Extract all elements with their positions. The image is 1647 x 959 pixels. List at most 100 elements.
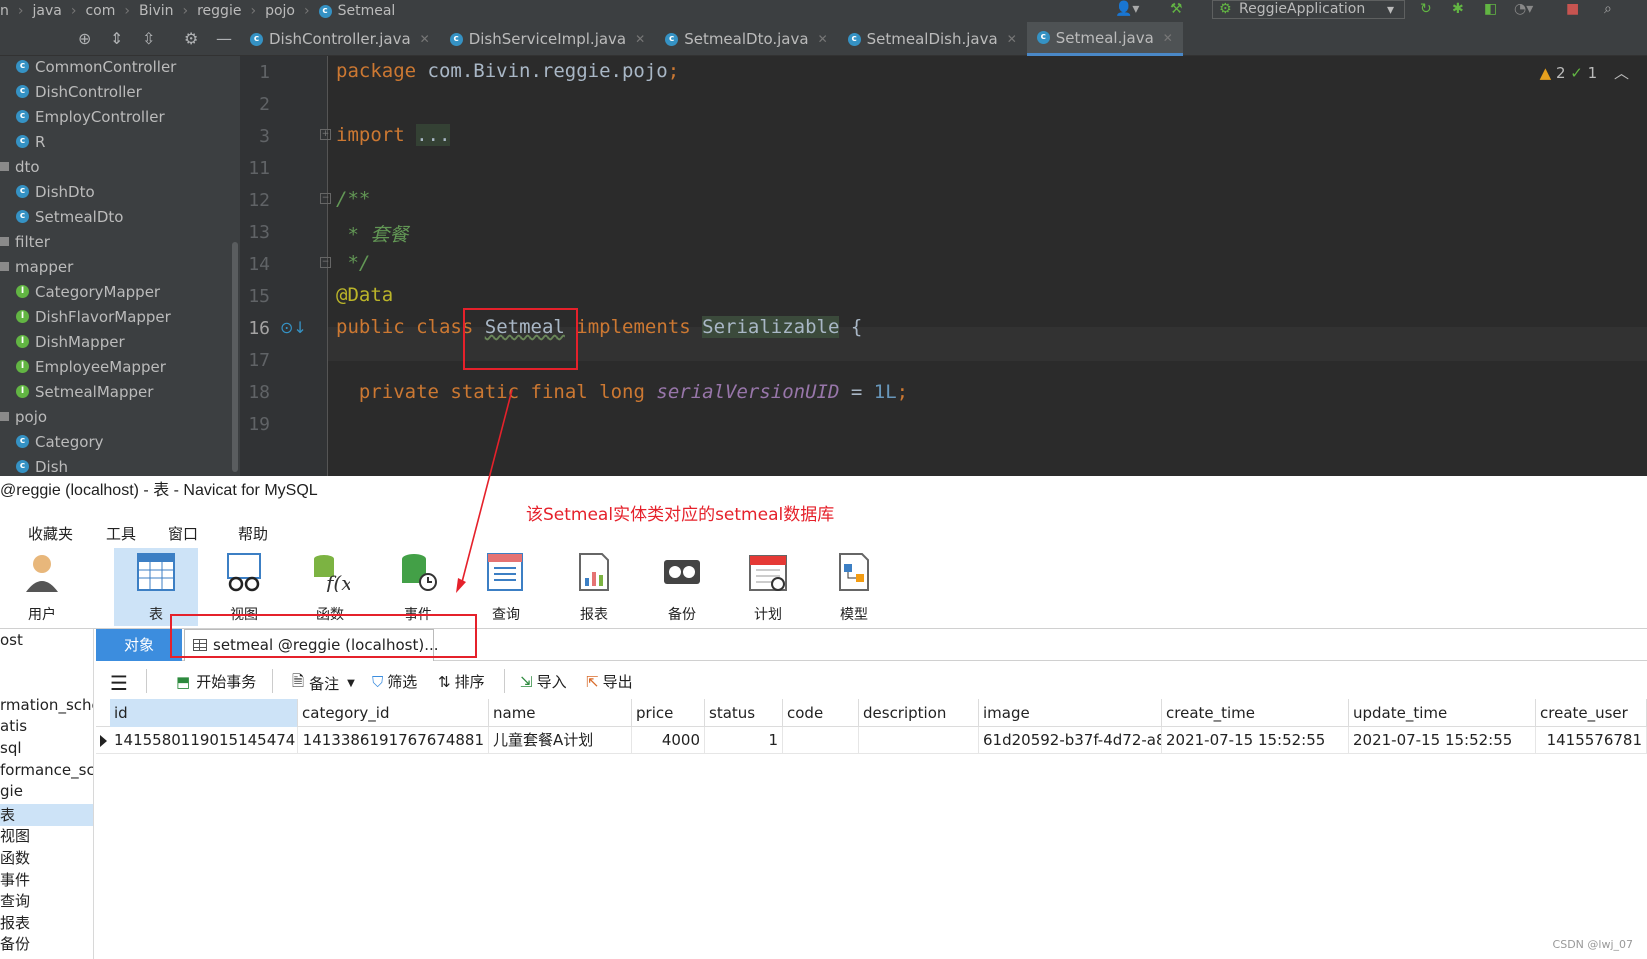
- connection-tree-item[interactable]: 表: [0, 803, 93, 826]
- tree-item[interactable]: c CommonController: [16, 56, 176, 79]
- tree-item[interactable]: c DishDto: [16, 179, 95, 204]
- column-header-create-user[interactable]: create_user: [1536, 699, 1647, 727]
- column-header-status[interactable]: status: [705, 699, 783, 727]
- coverage-icon[interactable]: ◧: [1484, 1, 1497, 17]
- table-row[interactable]: 1415580119015145474 1413386191767674881 儿童…: [96, 727, 1647, 754]
- cell-id[interactable]: 1415580119015145474: [110, 727, 298, 754]
- breadcrumb-item[interactable]: c Setmeal: [318, 3, 395, 19]
- hamburger-menu-icon[interactable]: ☰: [110, 671, 128, 695]
- data-grid[interactable]: id category_id name price status code descript…: [96, 699, 1647, 959]
- column-header-description[interactable]: description: [859, 699, 979, 727]
- profiler-icon[interactable]: ◔▾: [1514, 1, 1533, 17]
- cell-category-id[interactable]: 1413386191767674881: [298, 727, 489, 754]
- implemented-icon[interactable]: ⊙↓: [280, 318, 307, 337]
- cell-name[interactable]: 儿童套餐A计划: [489, 727, 632, 754]
- chevron-up-icon[interactable]: ︿: [1614, 64, 1629, 82]
- tab-setmealdto[interactable]: c SetmealDto.java ✕: [655, 22, 837, 56]
- tree-item[interactable]: c EmployController: [16, 104, 165, 129]
- tree-item[interactable]: c Dish: [16, 454, 68, 476]
- ribbon-button-user[interactable]: 用户: [0, 548, 84, 626]
- debug-icon[interactable]: ✱: [1452, 1, 1464, 17]
- locate-icon[interactable]: ⊕: [78, 29, 91, 48]
- connection-tree-item[interactable]: 视图: [0, 825, 30, 847]
- sort-button[interactable]: ⇅ 排序: [438, 671, 485, 692]
- ribbon-button-backup[interactable]: 备份: [640, 548, 724, 626]
- user-icon[interactable]: 👤▾: [1115, 1, 1139, 17]
- menu-tools[interactable]: 工具: [106, 523, 136, 544]
- close-icon[interactable]: ✕: [1007, 32, 1017, 46]
- ribbon-button-model[interactable]: 模型: [812, 548, 896, 626]
- tree-item[interactable]: I DishFlavorMapper: [16, 304, 171, 329]
- cell-code[interactable]: [783, 727, 859, 754]
- tree-item[interactable]: I EmployeeMapper: [16, 354, 166, 379]
- collapse-all-icon[interactable]: ⇳: [142, 29, 155, 48]
- column-header-name[interactable]: name: [489, 699, 632, 727]
- tree-item[interactable]: c DishController: [16, 79, 142, 104]
- cell-update-time[interactable]: 2021-07-15 15:52:55: [1349, 727, 1536, 754]
- ribbon-button-schedule[interactable]: 计划: [726, 548, 810, 626]
- tab-dishcontroller[interactable]: c DishController.java ✕: [240, 22, 440, 56]
- import-button[interactable]: ⇲ 导入: [520, 671, 567, 692]
- memo-button[interactable]: 🗎 备注 ▼: [292, 671, 355, 696]
- cell-create-user[interactable]: 1415576781: [1536, 727, 1647, 754]
- inspection-widget[interactable]: ▲ 2 ✓ 1 ︿: [1540, 62, 1629, 83]
- tree-item[interactable]: I CategoryMapper: [16, 279, 160, 304]
- tree-item[interactable]: dto: [0, 154, 40, 179]
- cell-price[interactable]: 4000: [632, 727, 705, 754]
- ribbon-button-report[interactable]: 报表: [552, 548, 636, 626]
- search-icon[interactable]: ⌕: [1604, 1, 1612, 17]
- breadcrumb-item[interactable]: n ›: [0, 3, 32, 19]
- tree-item[interactable]: c SetmealDto: [16, 204, 123, 229]
- tree-item[interactable]: filter: [0, 229, 50, 254]
- tree-scrollbar[interactable]: [230, 56, 240, 476]
- run-configuration-select[interactable]: ⚙ ReggieApplication ▾: [1212, 0, 1405, 19]
- column-header-id[interactable]: id: [110, 699, 298, 727]
- menu-window[interactable]: 窗口: [168, 523, 198, 544]
- menu-favorites[interactable]: 收藏夹: [28, 523, 73, 544]
- connection-tree-item[interactable]: atis: [0, 717, 27, 739]
- export-button[interactable]: ⇱ 导出: [586, 671, 633, 692]
- menu-help[interactable]: 帮助: [238, 523, 268, 544]
- connection-tree-item[interactable]: 备份: [0, 933, 30, 955]
- close-icon[interactable]: ✕: [1163, 31, 1173, 45]
- tab-dishserviceimpl[interactable]: c DishServiceImpl.java ✕: [440, 22, 655, 56]
- cell-image[interactable]: 61d20592-b37f-4d72-a86: [979, 727, 1162, 754]
- breadcrumb-item[interactable]: pojo ›: [265, 3, 319, 19]
- column-header-update-time[interactable]: update_time: [1349, 699, 1536, 727]
- gear-icon[interactable]: ⚙: [184, 29, 198, 48]
- tree-item[interactable]: c Category: [16, 429, 104, 454]
- tab-setmeal[interactable]: c Setmeal.java ✕: [1026, 22, 1183, 56]
- column-header-code[interactable]: code: [783, 699, 859, 727]
- rerun-icon[interactable]: ↻: [1420, 1, 1432, 17]
- cell-create-time[interactable]: 2021-07-15 15:52:55: [1162, 727, 1349, 754]
- breadcrumb-item[interactable]: com ›: [85, 3, 139, 19]
- tree-item[interactable]: I DishMapper: [16, 329, 125, 354]
- code-editor[interactable]: package com.Bivin.reggie.pojo; import ..…: [328, 56, 1647, 476]
- connection-tree-item[interactable]: gie: [0, 782, 23, 804]
- column-header-create-time[interactable]: create_time: [1162, 699, 1349, 727]
- connection-tree-item[interactable]: 报表: [0, 912, 30, 934]
- column-header-image[interactable]: image: [979, 699, 1162, 727]
- close-icon[interactable]: ✕: [635, 32, 645, 46]
- tree-item[interactable]: mapper: [0, 254, 73, 279]
- folded-imports[interactable]: ...: [416, 124, 451, 146]
- cell-description[interactable]: [859, 727, 979, 754]
- breadcrumb-item[interactable]: reggie ›: [197, 3, 265, 19]
- column-header-category-id[interactable]: category_id: [298, 699, 489, 727]
- connection-tree-item[interactable]: ost: [0, 631, 23, 653]
- close-icon[interactable]: ✕: [420, 32, 430, 46]
- expand-all-icon[interactable]: ⇕: [110, 29, 123, 48]
- tree-item[interactable]: pojo: [0, 404, 47, 429]
- scrollbar-thumb[interactable]: [232, 242, 238, 472]
- connection-tree-item[interactable]: sql: [0, 739, 22, 761]
- connection-tree-item[interactable]: 查询: [0, 890, 30, 912]
- filter-button[interactable]: ⛉ 筛选: [372, 671, 417, 692]
- connection-tree-item[interactable]: rmation_sche: [0, 696, 93, 718]
- begin-transaction-button[interactable]: ⬒ 开始事务: [176, 671, 256, 692]
- tree-item[interactable]: I SetmealMapper: [16, 379, 153, 404]
- close-icon[interactable]: ✕: [818, 32, 828, 46]
- connection-tree-item[interactable]: 事件: [0, 869, 30, 891]
- connection-tree-item[interactable]: formance_sch: [0, 761, 93, 783]
- stop-icon[interactable]: ■: [1566, 1, 1579, 17]
- tree-item[interactable]: cR: [16, 129, 45, 154]
